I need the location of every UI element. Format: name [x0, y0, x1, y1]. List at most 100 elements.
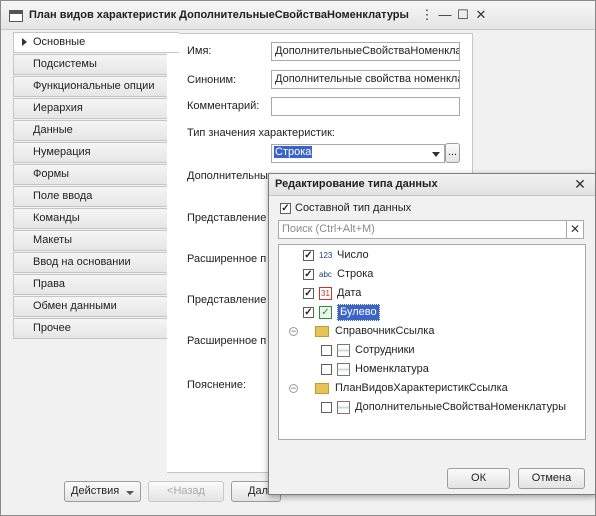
type-checkbox[interactable] — [321, 345, 332, 356]
tab-item[interactable]: Функциональные опции — [13, 76, 167, 97]
tab-label: Обмен данными — [33, 300, 117, 312]
extended-list-presentation-label: Расширенное п — [187, 335, 267, 347]
type-checkbox[interactable]: ✓ — [303, 269, 314, 280]
number-type-icon: 123 — [319, 251, 333, 260]
tab-item[interactable]: Основные — [13, 32, 179, 53]
tab-label: Макеты — [33, 234, 73, 246]
tab-item[interactable]: Обмен данными — [13, 296, 167, 317]
tab-item[interactable]: Ввод на основании — [13, 252, 167, 273]
actions-button[interactable]: Действия — [64, 481, 141, 502]
note-label: Пояснение: — [187, 379, 247, 391]
type-select-button[interactable]: ... — [445, 143, 460, 163]
type-checkbox[interactable]: ✓ — [303, 250, 314, 261]
tab-label: Команды — [33, 212, 80, 224]
comment-label: Комментарий: — [187, 100, 260, 112]
type-item[interactable]: ✓ abc Строка — [279, 266, 579, 283]
list-presentation-label: Представление — [187, 294, 267, 306]
tab-item[interactable]: Подсистемы — [13, 54, 167, 75]
dialog-title: Редактирование типа данных — [275, 178, 438, 190]
main-title-bar: План видов характеристик ДополнительныеС… — [1, 1, 595, 30]
cancel-button[interactable]: Отмена — [518, 468, 585, 489]
type-label: Булево — [337, 304, 380, 321]
catalog-icon — [337, 344, 350, 357]
tab-label: Формы — [33, 168, 70, 180]
tab-item[interactable]: Нумерация — [13, 142, 167, 163]
extended-presentation-label: Расширенное п — [187, 253, 267, 265]
search-input[interactable]: Поиск (Ctrl+Alt+M) — [278, 220, 575, 239]
type-label: Номенклатура — [355, 363, 429, 375]
presentation-label: Представление — [187, 212, 267, 224]
chevron-down-icon — [126, 491, 134, 495]
type-field[interactable]: Строка — [271, 144, 445, 163]
tab-label: Функциональные опции — [33, 80, 155, 92]
more-icon[interactable]: ⋮ — [420, 8, 434, 22]
ok-button[interactable]: ОК — [447, 468, 510, 489]
type-item[interactable]: ДополнительныеСвойстваНоменклатуры — [279, 399, 579, 416]
tab-label: Ввод на основании — [33, 256, 131, 268]
type-label: Дата — [337, 287, 362, 299]
type-label: Сотрудники — [355, 344, 415, 356]
catalog-icon — [337, 401, 350, 414]
tab-item[interactable]: Формы — [13, 164, 167, 185]
collapse-icon[interactable]: − — [289, 384, 298, 393]
tab-label: Права — [33, 278, 65, 290]
tab-item[interactable]: Макеты — [13, 230, 167, 251]
window-title: План видов характеристик ДополнительныеС… — [29, 9, 409, 21]
type-label: ДополнительныеСвойстваНоменклатуры — [355, 401, 566, 413]
clear-search-icon[interactable]: ✕ — [566, 220, 584, 239]
type-item[interactable]: ✓ 31 Дата — [279, 285, 579, 302]
type-label: Строка — [337, 268, 374, 280]
type-label: Тип значения характеристик: — [187, 127, 335, 139]
maximize-icon[interactable]: ☐ — [456, 8, 470, 22]
tab-item[interactable]: Данные — [13, 120, 167, 141]
folder-icon — [315, 383, 329, 394]
back-button[interactable]: <Назад — [148, 481, 224, 502]
name-label: Имя: — [187, 45, 212, 57]
tab-item[interactable]: Команды — [13, 208, 167, 229]
type-label: СправочникСсылка — [335, 325, 435, 337]
boolean-icon: ✓ — [319, 306, 332, 319]
type-checkbox[interactable] — [321, 402, 332, 413]
window-icon — [9, 10, 23, 22]
composite-type-label: Составной тип данных — [295, 202, 412, 214]
type-item[interactable]: ✓ 123 Число — [279, 247, 579, 264]
tab-item[interactable]: Поле ввода — [13, 186, 167, 207]
folder-icon — [315, 326, 329, 337]
dialog-close-icon[interactable]: ✕ — [573, 177, 587, 191]
name-field[interactable]: ДополнительныеСвойстваНоменклатуры — [271, 42, 460, 61]
tab-item[interactable]: Прочее — [13, 318, 167, 339]
additional-label: Дополнительны — [187, 170, 268, 182]
actions-label: Действия — [71, 485, 120, 497]
composite-type-checkbox[interactable]: ✓ — [280, 203, 291, 214]
tab-label: Основные — [33, 36, 86, 48]
calendar-icon: 31 — [319, 287, 332, 300]
close-icon[interactable]: ✕ — [474, 8, 488, 22]
tab-label: Поле ввода — [33, 190, 93, 202]
type-item[interactable]: Сотрудники — [279, 342, 579, 359]
group-item[interactable]: − ПланВидовХарактеристикСсылка — [279, 380, 579, 397]
edit-data-type-dialog: Редактирование типа данных ✕ ✓ Составной… — [268, 173, 596, 495]
group-item[interactable]: − СправочникСсылка — [279, 323, 579, 340]
type-checkbox[interactable]: ✓ — [303, 288, 314, 299]
collapse-icon[interactable]: − — [289, 327, 298, 336]
type-dropdown-icon[interactable] — [428, 144, 444, 163]
type-tree: ✓ 123 Число ✓ abc Строка ✓ 31 Дата ✓ ✓ Булево − Справ… — [278, 244, 586, 440]
comment-field[interactable] — [271, 97, 460, 116]
dialog-title-bar: Редактирование типа данных ✕ — [269, 174, 595, 196]
tab-label: Данные — [33, 124, 73, 136]
minimize-icon[interactable]: — — [438, 8, 452, 22]
type-item[interactable]: ✓ ✓ Булево — [279, 304, 579, 321]
type-item[interactable]: Номенклатура — [279, 361, 579, 378]
tab-label: Подсистемы — [33, 58, 97, 70]
tab-item[interactable]: Иерархия — [13, 98, 167, 119]
synonym-label: Синоним: — [187, 74, 237, 86]
type-checkbox[interactable]: ✓ — [303, 307, 314, 318]
type-checkbox[interactable] — [321, 364, 332, 375]
string-type-icon: abc — [319, 270, 332, 279]
synonym-field[interactable]: Дополнительные свойства номенклатуры — [271, 70, 460, 89]
tab-label: Иерархия — [33, 102, 83, 114]
tab-item[interactable]: Права — [13, 274, 167, 295]
tab-arrow-icon — [22, 38, 27, 46]
tab-label: Нумерация — [33, 146, 91, 158]
type-value: Строка — [274, 146, 313, 158]
